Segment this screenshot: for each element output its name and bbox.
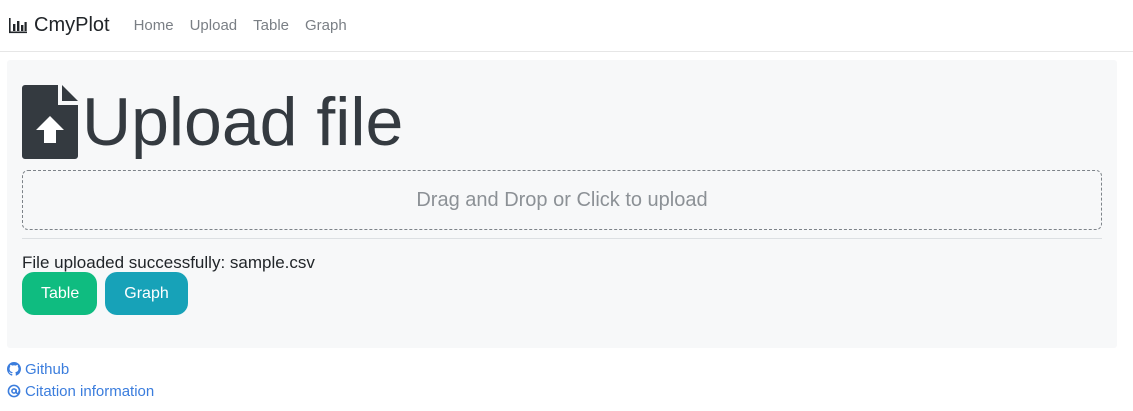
graph-button[interactable]: Graph: [105, 272, 188, 315]
github-icon: [7, 362, 21, 376]
upload-panel: Upload file Drag and Drop or Click to up…: [7, 60, 1117, 348]
nav-link-graph[interactable]: Graph: [305, 17, 347, 34]
nav-link-upload[interactable]: Upload: [190, 17, 238, 34]
brand-name: CmyPlot: [34, 14, 110, 36]
navbar: CmyPlot Home Upload Table Graph: [0, 0, 1133, 52]
at-icon: [7, 384, 21, 398]
brand-link[interactable]: CmyPlot: [8, 14, 110, 37]
file-upload-icon: [22, 85, 78, 159]
dropzone-label: Drag and Drop or Click to upload: [416, 188, 708, 211]
action-buttons: Table Graph: [22, 272, 188, 315]
citation-label: Citation information: [25, 382, 155, 400]
citation-link[interactable]: Citation information: [7, 380, 154, 402]
nav-link-home[interactable]: Home: [134, 17, 174, 34]
nav-link-table[interactable]: Table: [253, 17, 289, 34]
footer: Github Citation information: [7, 358, 154, 402]
bar-chart-icon: [9, 17, 27, 33]
divider: [22, 238, 1102, 239]
file-dropzone[interactable]: Drag and Drop or Click to upload: [22, 170, 1102, 230]
page-title: Upload file: [82, 84, 404, 160]
page-title-row: Upload file: [22, 85, 403, 159]
github-link[interactable]: Github: [7, 358, 154, 380]
upload-status-text: File uploaded successfully: sample.csv: [22, 253, 315, 272]
github-label: Github: [25, 360, 70, 378]
table-button[interactable]: Table: [22, 272, 97, 315]
